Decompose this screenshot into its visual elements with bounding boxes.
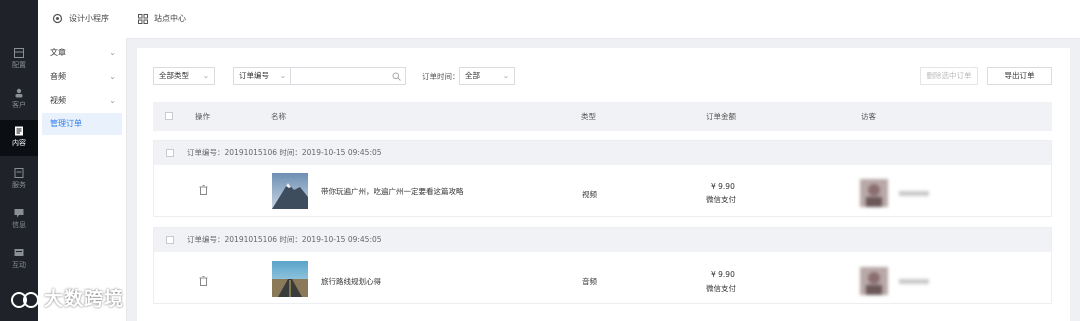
- tab-design-miniprogram[interactable]: 设计小程序: [52, 0, 109, 38]
- rail-logo: [0, 0, 38, 38]
- order-meta: 订单编号：20191015106 时间：2019-10-15 09:45:05: [187, 148, 382, 157]
- order-header: 订单编号：20191015106 时间：2019-10-15 09:45:05: [154, 141, 1051, 165]
- chevron-down-icon: ⌄: [202, 71, 209, 80]
- search-field-select[interactable]: 订单编号 ⌄: [233, 67, 291, 85]
- type-select[interactable]: 全部类型 ⌄: [153, 67, 215, 85]
- rail-label: 客户: [12, 101, 26, 109]
- select-value: 全部类型: [159, 71, 189, 80]
- select-value: 订单编号: [239, 71, 269, 80]
- order-item-name[interactable]: 带你玩遍广州，吃遍广州一定要看这篇攻略: [321, 186, 464, 197]
- top-bar: 设计小程序 站点中心: [38, 0, 1080, 39]
- visitor-name-redacted: [899, 191, 929, 196]
- sidebar-item-video[interactable]: 视频 ⌄: [42, 90, 122, 112]
- order-card: 订单编号：20191015106 时间：2019-10-15 09:45:05 …: [153, 140, 1052, 217]
- rail-label: 内容: [12, 139, 26, 147]
- col-visitor: 访客: [861, 112, 876, 121]
- order-type: 视频: [582, 190, 597, 199]
- thumbnail-mountain: [272, 173, 308, 209]
- thumbnail-road: [272, 261, 308, 297]
- trash-icon[interactable]: [199, 276, 208, 286]
- export-orders-button[interactable]: 导出订单: [987, 67, 1052, 85]
- chevron-down-icon: ⌄: [109, 96, 116, 105]
- tab-label: 站点中心: [154, 14, 186, 23]
- settings-icon: [52, 13, 63, 24]
- tab-label: 设计小程序: [69, 14, 109, 23]
- chevron-down-icon: ⌄: [279, 71, 286, 80]
- select-value: 全部: [465, 71, 480, 80]
- delete-selected-button[interactable]: 删除选中订单: [920, 67, 978, 85]
- order-amount: ¥ 9.90: [711, 270, 735, 279]
- document-icon: [15, 126, 23, 136]
- tab-site-center[interactable]: 站点中心: [138, 0, 186, 38]
- col-actions: 操作: [195, 112, 210, 121]
- col-amount: 订单金额: [706, 112, 736, 121]
- order-meta: 订单编号：20191015106 时间：2019-10-15 09:45:05: [187, 235, 382, 244]
- chevron-down-icon: ⌄: [502, 71, 509, 80]
- order-amount: ¥ 9.90: [711, 182, 735, 191]
- service-icon: [14, 168, 24, 178]
- grid-icon: [138, 13, 148, 24]
- sidebar-item-label: 管理订单: [50, 119, 82, 128]
- payment-method: 微信支付: [706, 195, 736, 204]
- visitor-name-redacted: [899, 279, 929, 284]
- rail-label: 互动: [12, 261, 26, 269]
- chat-icon: [14, 249, 24, 256]
- watermark: 大数跨境: [10, 284, 124, 311]
- rail-item-service[interactable]: 服务: [0, 162, 38, 198]
- visitor-avatar: [860, 267, 888, 295]
- sidebar-item-audio[interactable]: 音频 ⌄: [42, 66, 122, 88]
- main-panel: 全部类型 ⌄ 订单编号 ⌄ 订单时间： 全部 ⌄ 删除选中订单 导出订单 操作 名称 …: [137, 48, 1070, 321]
- app-rail: 配置 客户 内容 服务 信息 互动: [0, 0, 38, 321]
- order-header: 订单编号：20191015106 时间：2019-10-15 09:45:05: [154, 228, 1051, 252]
- sidebar-item-label: 视频: [50, 96, 66, 105]
- order-time-select[interactable]: 全部 ⌄: [459, 67, 515, 85]
- chevron-down-icon: ⌄: [109, 72, 116, 81]
- watermark-text: 大数跨境: [44, 288, 125, 310]
- order-checkbox[interactable]: [166, 236, 174, 244]
- rail-item-customers[interactable]: 客户: [0, 82, 38, 118]
- message-icon: [14, 209, 24, 218]
- content-sidebar: 文章 ⌄ 音频 ⌄ 视频 ⌄ 管理订单: [38, 38, 127, 321]
- order-type: 音频: [582, 277, 597, 286]
- order-card: 订单编号：20191015106 时间：2019-10-15 09:45:05 …: [153, 227, 1052, 304]
- search-input[interactable]: [290, 67, 406, 85]
- table-header: 操作 名称 类型 订单金额 访客: [153, 102, 1052, 131]
- layout-icon: [14, 48, 24, 58]
- sidebar-item-manage-orders[interactable]: 管理订单: [42, 113, 122, 135]
- trash-icon[interactable]: [199, 185, 208, 195]
- rail-label: 服务: [12, 181, 26, 189]
- rail-label: 配置: [12, 61, 26, 69]
- col-type: 类型: [581, 112, 596, 121]
- visitor-avatar: [860, 179, 888, 207]
- rail-item-messages[interactable]: 信息: [0, 202, 38, 238]
- rail-item-interact[interactable]: 互动: [0, 242, 38, 278]
- users-icon: [15, 88, 23, 98]
- payment-method: 微信支付: [706, 284, 736, 293]
- sidebar-item-label: 文章: [50, 48, 66, 57]
- watermark-logo-icon: [11, 291, 39, 308]
- select-all-checkbox[interactable]: [165, 112, 173, 120]
- sidebar-item-label: 音频: [50, 72, 66, 81]
- order-time-label: 订单时间：: [422, 72, 460, 81]
- rail-item-content[interactable]: 内容: [0, 120, 38, 156]
- chevron-down-icon: ⌄: [109, 48, 116, 57]
- sidebar-item-articles[interactable]: 文章 ⌄: [42, 42, 122, 64]
- col-name: 名称: [271, 112, 286, 121]
- rail-item-config[interactable]: 配置: [0, 42, 38, 78]
- order-checkbox[interactable]: [166, 149, 174, 157]
- order-item-name[interactable]: 旅行路线规划心得: [321, 276, 381, 287]
- search-icon: [392, 72, 401, 81]
- rail-label: 信息: [12, 221, 26, 229]
